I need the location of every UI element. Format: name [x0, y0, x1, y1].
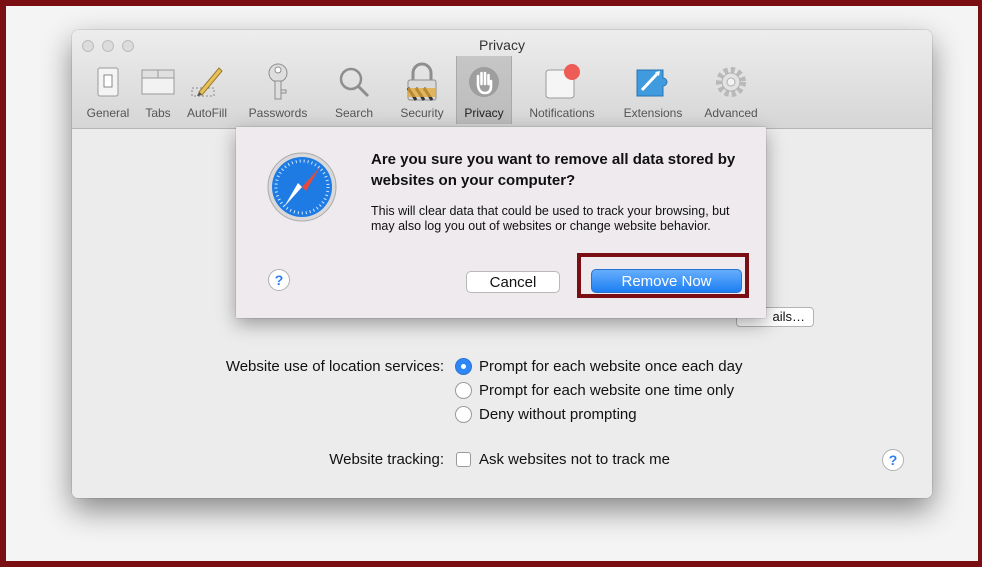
location-option-once-label: Prompt for each website one time only	[479, 382, 735, 399]
tab-security-label: Security	[400, 106, 444, 120]
titlebar: Privacy General Tabs AutoFill Passwords	[72, 30, 932, 129]
tab-notifications-label: Notifications	[529, 106, 595, 120]
tab-privacy[interactable]: Privacy	[456, 56, 512, 124]
notifications-icon	[542, 60, 582, 104]
safari-compass-icon	[266, 151, 338, 228]
tab-search[interactable]: Search	[318, 56, 390, 124]
dialog-title: Are you sure you want to remove all data…	[371, 151, 736, 189]
dialog-message: This will clear data that could be used …	[371, 204, 730, 233]
dialog-help-button[interactable]: ?	[268, 269, 290, 291]
tab-advanced[interactable]: Advanced	[694, 56, 768, 124]
tab-privacy-label: Privacy	[464, 106, 504, 120]
cancel-button[interactable]: Cancel	[466, 271, 560, 293]
tab-passwords[interactable]: Passwords	[238, 56, 318, 124]
tab-search-label: Search	[334, 106, 374, 120]
tab-security[interactable]: Security	[392, 56, 452, 124]
do-not-track-label: Ask websites not to track me	[479, 451, 670, 468]
annotation-highlight-box	[577, 253, 749, 298]
location-option-once-radio[interactable]	[455, 382, 472, 399]
hand-icon	[468, 60, 500, 104]
website-tracking-label: Website tracking:	[329, 451, 444, 468]
window-title: Privacy	[479, 37, 525, 53]
tab-general-label: General	[86, 106, 130, 120]
location-option-daily-label: Prompt for each website once each day	[479, 358, 743, 375]
puzzle-icon	[633, 60, 673, 104]
pencil-icon	[189, 60, 225, 104]
tab-advanced-label: Advanced	[704, 106, 758, 120]
tab-extensions-label: Extensions	[623, 106, 683, 120]
location-option-daily-radio[interactable]	[455, 358, 472, 375]
tab-notifications[interactable]: Notifications	[516, 56, 608, 124]
tab-tabs[interactable]: Tabs	[138, 56, 178, 124]
magnifier-icon	[337, 60, 371, 104]
tab-passwords-label: Passwords	[248, 106, 308, 120]
gear-icon	[713, 60, 749, 104]
location-option-deny-radio[interactable]	[455, 406, 472, 423]
padlock-icon	[405, 60, 439, 104]
location-services-label: Website use of location services:	[225, 358, 444, 375]
tab-autofill[interactable]: AutoFill	[178, 56, 236, 124]
do-not-track-checkbox[interactable]	[456, 452, 471, 467]
key-icon	[263, 60, 293, 104]
tabs-icon	[141, 60, 175, 104]
tab-extensions[interactable]: Extensions	[612, 56, 694, 124]
general-switch-icon	[97, 60, 119, 104]
tab-general[interactable]: General	[78, 56, 138, 124]
tab-tabs-label: Tabs	[145, 106, 171, 120]
help-button[interactable]: ?	[882, 449, 904, 471]
tab-autofill-label: AutoFill	[186, 106, 227, 120]
location-option-deny-label: Deny without prompting	[479, 406, 637, 423]
